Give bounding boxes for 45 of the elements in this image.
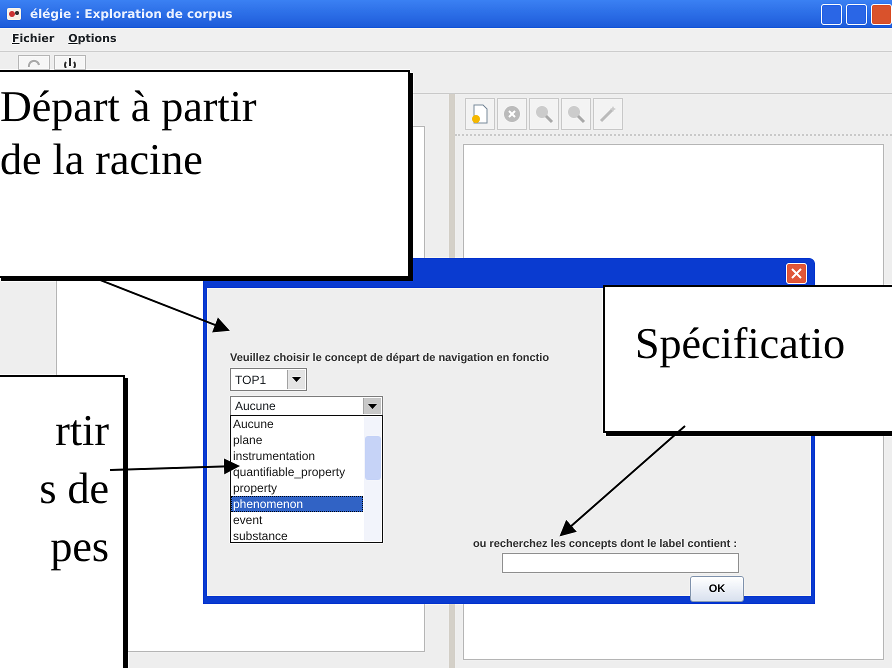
- wand-icon: [598, 104, 618, 124]
- app-icon: [6, 6, 22, 22]
- list-option[interactable]: property: [231, 480, 363, 496]
- list-option[interactable]: event: [231, 512, 363, 528]
- list-option[interactable]: quantifiable_property: [231, 464, 363, 480]
- type-combo-box[interactable]: Aucune: [230, 396, 383, 416]
- ok-button[interactable]: OK: [690, 576, 744, 602]
- window-title: élégie : Exploration de corpus: [30, 6, 233, 23]
- refresh-icon: [27, 58, 41, 66]
- callout-text: s de: [38, 463, 109, 515]
- callout-text: Départ à partir: [0, 81, 258, 133]
- prompt-label: Veuillez choisir le concept de départ de navigation en fonctio: [230, 351, 550, 366]
- search-label: ou recherchez les concepts dont le label contient :: [472, 537, 737, 552]
- search-field[interactable]: [502, 553, 739, 573]
- callout-text: rtir: [54, 405, 109, 457]
- zoom-in-button[interactable]: [529, 98, 559, 130]
- menu-item[interactable]: Fichier: [12, 31, 54, 48]
- remove-button[interactable]: [497, 98, 527, 130]
- close-button[interactable]: [786, 262, 807, 284]
- close-button[interactable]: [871, 4, 892, 24]
- close-icon: [503, 105, 521, 123]
- list-option[interactable]: Aucune: [231, 416, 363, 432]
- caret-icon: [292, 377, 301, 382]
- zoom-out-button[interactable]: [561, 98, 591, 130]
- new-document-button[interactable]: [465, 98, 495, 130]
- maximize-button[interactable]: [846, 4, 867, 24]
- power-button[interactable]: [54, 55, 86, 70]
- minimize-button[interactable]: [821, 4, 842, 24]
- scrollbar[interactable]: [364, 416, 382, 542]
- document-icon: [471, 104, 489, 124]
- callout-text: de la racine: [0, 134, 204, 186]
- list-option[interactable]: plane: [231, 432, 363, 448]
- root-combo-box[interactable]: TOP1: [230, 368, 307, 391]
- menu-item[interactable]: Options: [68, 31, 116, 48]
- power-icon: [64, 58, 76, 68]
- callout-text: pes: [49, 521, 109, 573]
- list-option[interactable]: substance: [231, 528, 363, 544]
- dropdown-arrow-button[interactable]: [363, 398, 381, 414]
- list-option[interactable]: phenomenon: [231, 496, 363, 512]
- dropdown-arrow-button[interactable]: [287, 370, 305, 389]
- callout-text: Spécificatio: [635, 318, 846, 370]
- magnifier-icon: [534, 104, 554, 124]
- magnifier-icon: [566, 104, 586, 124]
- list-option[interactable]: instrumentation: [231, 448, 363, 464]
- caret-icon: [368, 404, 377, 408]
